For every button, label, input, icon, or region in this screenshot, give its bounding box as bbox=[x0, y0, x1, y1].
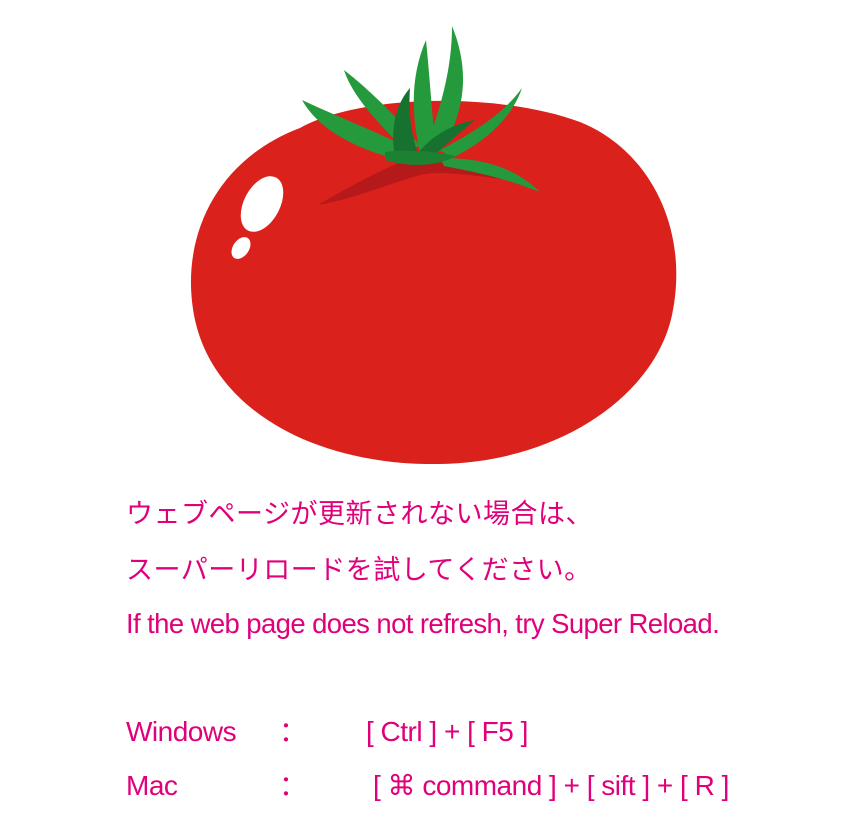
shortcut-keys: [ Ctrl ] + [ F5 ] bbox=[366, 716, 528, 747]
shortcut-separator: ： bbox=[279, 770, 307, 801]
shortcut-keys: [ ⌘ command ] + [ sift ] + [ R ] bbox=[373, 770, 729, 801]
message-english: If the web page does not refresh, try Su… bbox=[126, 608, 720, 639]
shortcut-os-label: Mac bbox=[126, 770, 178, 801]
message-japanese-line-1: ウェブページが更新されない場合は、 bbox=[126, 499, 593, 530]
shortcut-os-label: Windows bbox=[126, 716, 237, 747]
shortcut-separator: ： bbox=[279, 716, 307, 747]
tomato-icon bbox=[190, 26, 677, 465]
message-japanese-line-2: スーパーリロードを試してください。 bbox=[126, 555, 592, 586]
